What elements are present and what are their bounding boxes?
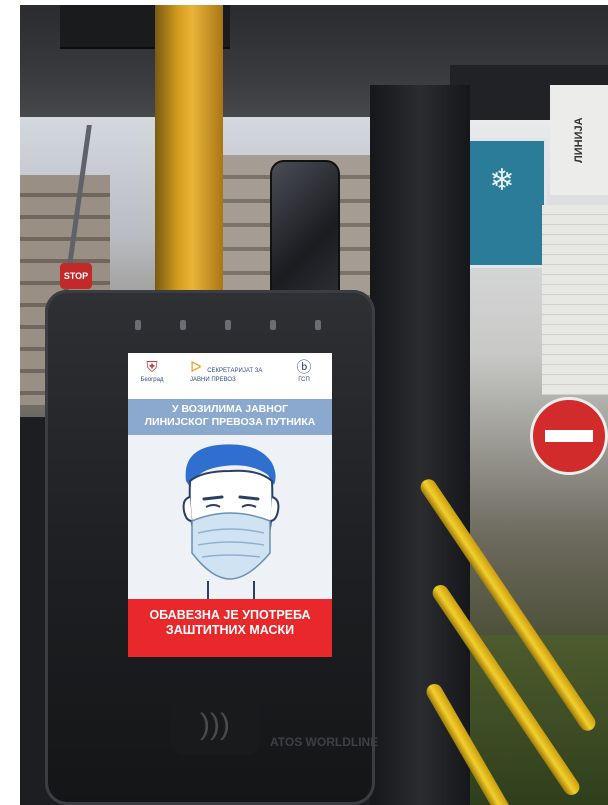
secretariat-logo-icon: ᐅ [190,359,202,376]
warning-line-2: ЗАШТИТНИХ МАСКИ [165,623,295,637]
headline-line-1: У ВОЗИЛИМА ЈАВНОГ [172,403,288,415]
belgrade-logo: ⛨ Београд [132,359,172,383]
headline-line-2: ЛИНИЈСКОГ ПРЕВОЗА ПУТНИКА [144,416,316,428]
headline-band: У ВОЗИЛИМА ЈАВНОГ ЛИНИЈСКОГ ПРЕВОЗА ПУТН… [128,399,332,435]
validator-screen: ⛨ Београд ᐅ СЕКРЕТАРИЈАТ ЗА ЈАВНИ ПРЕВОЗ… [128,353,332,657]
contactless-icon[interactable]: ))) [170,695,260,755]
gsp-logo: ⓑ ГСП [280,359,328,383]
no-entry-sign [530,397,608,475]
status-led [315,320,321,330]
window-paper-notice: ЛИНИЈА [550,85,608,195]
masked-face-illustration [128,435,332,599]
yellow-grab-pole [155,5,223,305]
status-led [180,320,186,330]
warning-band: ОБАВЕЗНА ЈЕ УПОТРЕБА ЗАШТИТНИХ МАСКИ [128,599,332,657]
bus-interior-photo: STOP ❄ ЛИНИЈА ))) ATOS WORLDLINE ⛨ Беогр… [20,5,608,805]
status-led [225,320,231,330]
stop-sign: STOP [60,263,92,289]
logo-right-text: ГСП [298,377,310,383]
door-frame [370,85,470,805]
side-mirror [270,160,340,306]
secretariat-logo: ᐅ СЕКРЕТАРИЈАТ ЗА ЈАВНИ ПРЕВОЗ [190,359,280,383]
logo-left-text: Београд [140,377,164,383]
gsp-logo-icon: ⓑ [296,359,312,376]
status-led [270,320,276,330]
masked-face-icon [182,444,280,599]
device-brand: ATOS WORLDLINE [270,735,379,749]
window-paper-notice [542,205,608,395]
warning-line-1: ОБАВЕЗНА ЈЕ УПОТРЕБА [149,608,311,622]
status-led [135,320,141,330]
logo-strip: ⛨ Београд ᐅ СЕКРЕТАРИЈАТ ЗА ЈАВНИ ПРЕВОЗ… [128,353,332,399]
belgrade-crest-icon: ⛨ [146,359,158,376]
snowflake-sign: ❄ [457,138,547,268]
